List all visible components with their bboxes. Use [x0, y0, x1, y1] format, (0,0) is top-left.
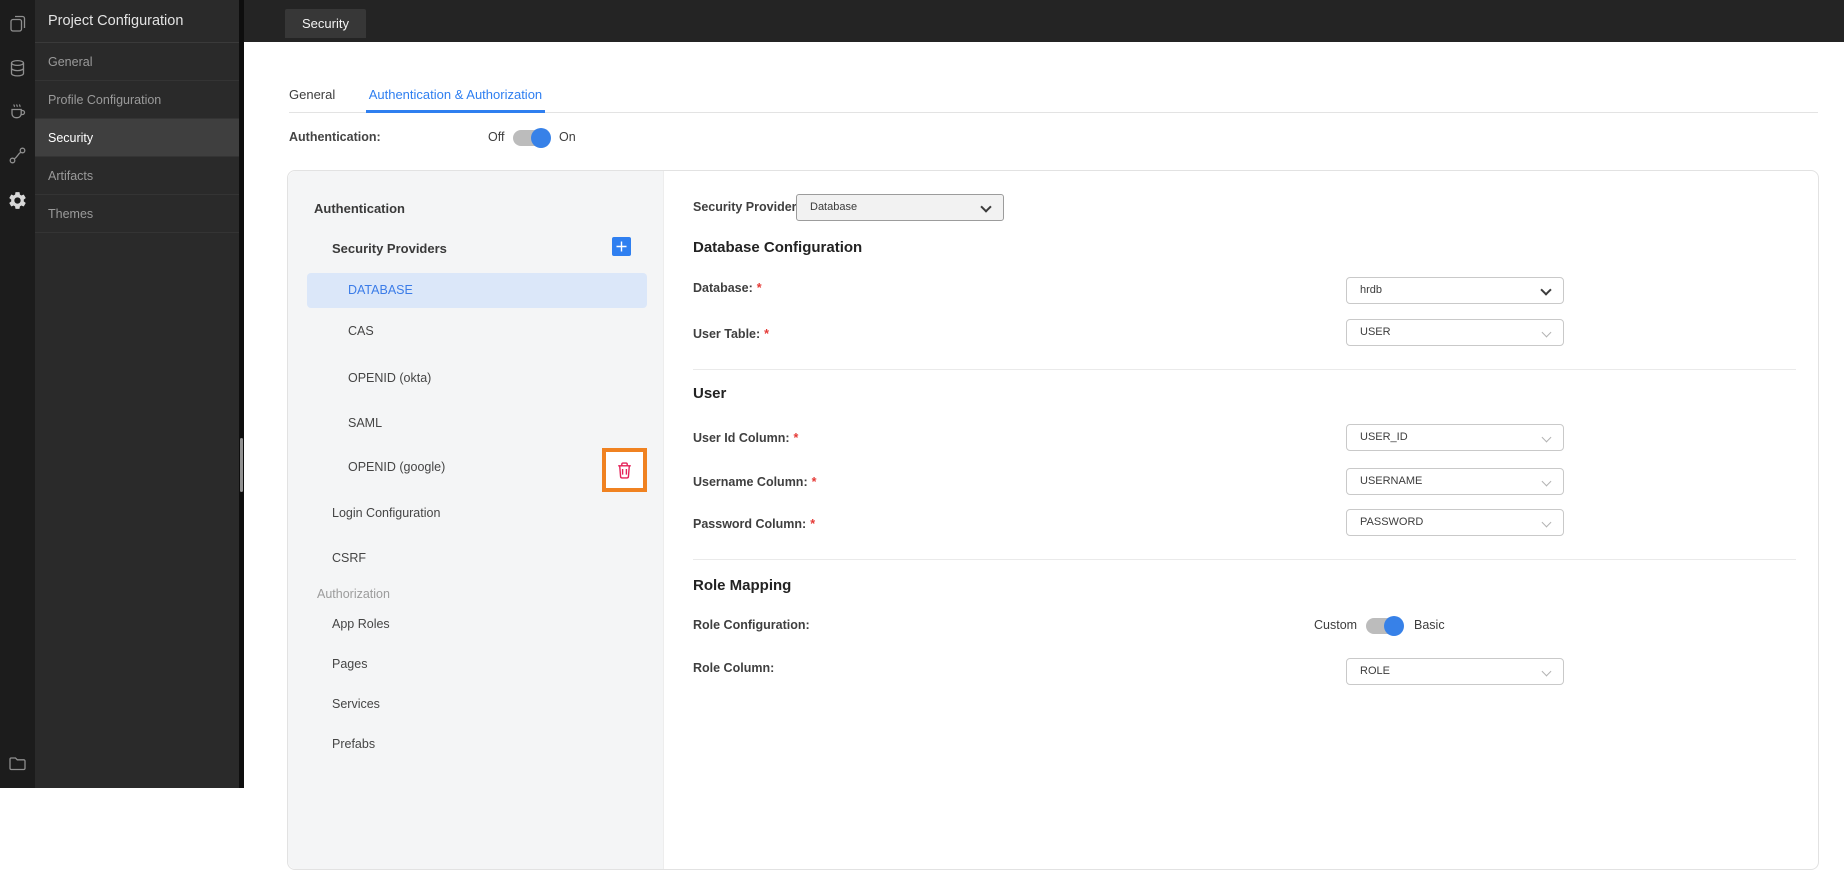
sidebar-title: Project Configuration — [35, 0, 239, 43]
database-label: Database: * — [693, 281, 762, 295]
delete-provider-button-highlighted[interactable] — [602, 448, 647, 492]
sidebar-item-themes[interactable]: Themes — [35, 195, 239, 233]
chevron-down-icon — [1541, 432, 1552, 443]
authentication-toggle[interactable] — [513, 128, 551, 148]
role-mapping-title: Role Mapping — [693, 577, 792, 594]
nav-item-csrf[interactable]: CSRF — [332, 551, 366, 565]
chevron-down-icon — [1540, 284, 1552, 296]
user-id-column-label: User Id Column: * — [693, 431, 799, 445]
user-section-title: User — [693, 385, 727, 402]
sidebar-item-profile-configuration[interactable]: Profile Configuration — [35, 81, 239, 119]
user-table-label: User Table: * — [693, 327, 770, 341]
chevron-down-icon — [1541, 517, 1552, 528]
username-column-select[interactable]: USERNAME — [1346, 468, 1564, 495]
main-content: General Authentication & Authorization A… — [244, 42, 1844, 870]
toggle-knob — [531, 128, 551, 148]
tab-general[interactable]: General — [289, 85, 335, 113]
sidebar-item-security[interactable]: Security — [35, 119, 239, 157]
provider-item-database[interactable]: DATABASE — [307, 273, 647, 308]
nav-item-pages[interactable]: Pages — [332, 657, 367, 671]
security-provider-label: Security Provider — [693, 200, 797, 214]
database-icon[interactable] — [7, 58, 28, 79]
sidebar-item-artifacts[interactable]: Artifacts — [35, 157, 239, 195]
authentication-nav-panel: Authentication Security Providers DATABA… — [288, 171, 664, 869]
nav-item-prefabs[interactable]: Prefabs — [332, 737, 375, 751]
workflow-icon[interactable] — [7, 145, 28, 166]
security-provider-select[interactable]: Database — [796, 194, 1004, 221]
role-column-label: Role Column: — [693, 661, 775, 675]
java-service-icon[interactable] — [7, 100, 28, 121]
authentication-label: Authentication: — [289, 130, 381, 144]
username-column-label: Username Column: * — [693, 475, 817, 489]
tab-authentication-authorization[interactable]: Authentication & Authorization — [365, 85, 546, 113]
role-configuration-toggle[interactable] — [1366, 616, 1404, 636]
provider-config-form: Security Provider Database Database Conf… — [664, 171, 1818, 869]
trash-icon — [618, 461, 631, 479]
password-column-label: Password Column: * — [693, 517, 816, 531]
password-column-select[interactable]: PASSWORD — [1346, 509, 1564, 536]
chevron-down-icon — [1541, 327, 1552, 338]
nav-item-app-roles[interactable]: App Roles — [332, 617, 390, 631]
nav-item-services[interactable]: Services — [332, 697, 380, 711]
folder-icon[interactable] — [7, 753, 28, 774]
provider-item-openid-okta[interactable]: OPENID (okta) — [348, 371, 431, 385]
toggle-off-label: Off — [488, 130, 505, 144]
sidebar-item-general[interactable]: General — [35, 43, 239, 81]
security-settings-card: Authentication Security Providers DATABA… — [287, 170, 1819, 870]
section-divider — [693, 369, 1796, 370]
add-provider-button[interactable] — [612, 237, 631, 256]
authorization-section-header: Authorization — [317, 587, 390, 601]
chevron-down-icon — [1541, 476, 1552, 487]
scrollbar-thumb[interactable] — [240, 438, 243, 492]
authentication-section-header: Authentication — [314, 201, 405, 216]
sidebar-splitter — [239, 0, 244, 788]
app-window: Project Configuration General Profile Co… — [0, 0, 1844, 870]
settings-gear-icon[interactable] — [7, 190, 28, 211]
user-id-column-select[interactable]: USER_ID — [1346, 424, 1564, 451]
nav-item-login-configuration[interactable]: Login Configuration — [332, 506, 440, 520]
user-table-select[interactable]: USER — [1346, 319, 1564, 346]
role-configuration-label: Role Configuration: — [693, 618, 810, 632]
section-divider — [693, 559, 1796, 560]
database-configuration-title: Database Configuration — [693, 239, 863, 256]
role-config-basic-label: Basic — [1414, 618, 1445, 632]
topbar-tab-security[interactable]: Security — [285, 9, 366, 38]
project-config-sidebar: Project Configuration General Profile Co… — [35, 0, 239, 788]
provider-item-cas[interactable]: CAS — [348, 324, 374, 338]
toggle-on-label: On — [559, 130, 576, 144]
icon-rail — [0, 0, 35, 788]
security-tabs: General Authentication & Authorization — [289, 85, 1818, 113]
chevron-down-icon — [1541, 666, 1552, 677]
toggle-knob — [1384, 616, 1404, 636]
topbar: Security — [244, 0, 1844, 42]
database-select[interactable]: hrdb — [1346, 277, 1564, 304]
role-config-custom-label: Custom — [1314, 618, 1358, 632]
provider-item-saml[interactable]: SAML — [348, 416, 382, 430]
security-providers-header: Security Providers — [332, 241, 447, 256]
chevron-down-icon — [980, 201, 992, 213]
pages-icon[interactable] — [7, 13, 28, 34]
provider-item-openid-google[interactable]: OPENID (google) — [348, 460, 445, 474]
role-column-select[interactable]: ROLE — [1346, 658, 1564, 685]
